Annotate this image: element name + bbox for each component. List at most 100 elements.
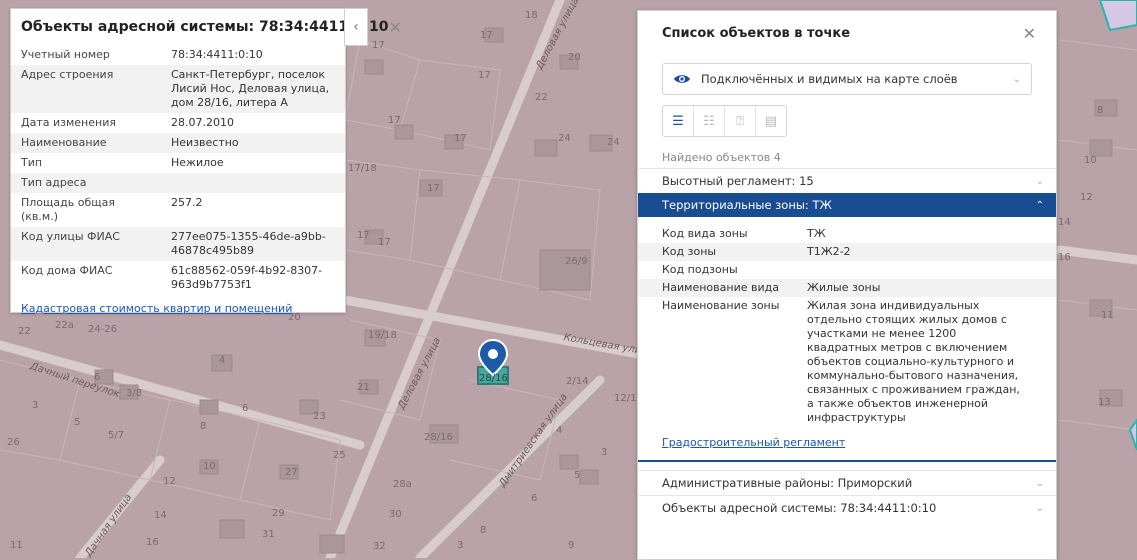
- map-label: 14: [154, 510, 167, 521]
- found-count: Найдено объектов 4: [662, 151, 781, 164]
- link-row: Кадастровая стоимость квартир и помещени…: [11, 295, 345, 318]
- map-label: 10: [1084, 155, 1097, 166]
- chevron-up-icon: ⌃: [1035, 199, 1044, 211]
- attr-value: Т1Ж2-2: [787, 243, 1056, 261]
- map-label: 17: [372, 40, 385, 51]
- query-icon[interactable]: ⍰: [725, 106, 756, 136]
- map-label: 3/8: [126, 388, 143, 399]
- table-view-icon[interactable]: ☷: [694, 106, 725, 136]
- map-label: 13: [1098, 397, 1111, 408]
- map-label: 22: [535, 92, 548, 103]
- table-row: Адрес строения Санкт-Петербург, поселок Л…: [11, 65, 345, 113]
- map-label: 3: [457, 540, 464, 551]
- map-label: 12: [1080, 192, 1093, 203]
- map-label: 23: [313, 411, 326, 422]
- map-label: 30: [389, 509, 402, 520]
- section-address-objects[interactable]: Объекты адресной системы: 78:34:4411:0:1…: [638, 495, 1056, 520]
- map-label: 12: [163, 476, 176, 487]
- table-row: Учетный номер 78:34:4411:0:10: [11, 45, 345, 65]
- attr-key: Код улицы ФИАС: [11, 227, 161, 261]
- table-row: Наименование Неизвестно: [11, 133, 345, 153]
- attr-value: ТЖ: [807, 227, 826, 240]
- attr-value: 61c88562-059f-4b92-8307-963d9b7753f1: [171, 264, 323, 291]
- attr-key: Учетный номер: [21, 48, 110, 61]
- map-label: 8: [1097, 105, 1104, 116]
- attr-key: Адрес строения: [11, 65, 161, 113]
- layer-filter-select[interactable]: Подключённых и видимых на карте слоёв ⌄: [662, 63, 1032, 95]
- map-label: 4: [219, 355, 226, 366]
- map-label: 25: [333, 450, 346, 461]
- map-label: 28/16: [424, 432, 453, 443]
- map-label: 6: [531, 493, 538, 504]
- attributes-table: Учетный номер 78:34:4411:0:10 Адрес строе…: [11, 45, 345, 295]
- table-row: Код зоны Т1Ж2-2: [638, 243, 1056, 261]
- list-view-icon[interactable]: ☰: [663, 106, 694, 136]
- map-label: 26/9: [565, 256, 588, 267]
- attr-value: [787, 261, 1056, 279]
- section-admin-districts[interactable]: Административные районы: Приморский ⌄: [638, 470, 1056, 495]
- chevron-down-icon: ⌄: [1035, 502, 1044, 514]
- zone-attributes-table: Код вида зоны ТЖ Код зоны Т1Ж2-2 Код подзо…: [638, 225, 1056, 427]
- close-icon[interactable]: ✕: [1023, 24, 1036, 43]
- map-label: 8: [480, 525, 487, 536]
- chevron-left-icon[interactable]: ‹: [344, 8, 368, 46]
- map-label: 24-26: [88, 324, 118, 335]
- map-label: 17/18: [348, 163, 377, 174]
- map-label: 22: [18, 326, 31, 337]
- attr-value: [161, 173, 345, 193]
- map-label: 8: [200, 421, 207, 432]
- attr-key: Наименование зоны: [662, 299, 780, 312]
- table-row: Площадь общая (кв.м.) 257.2: [11, 193, 345, 227]
- objects-at-point-panel: Список объектов в точке ✕ Подключённых и…: [637, 10, 1057, 560]
- map-label: 28a: [393, 479, 412, 490]
- map-label: 24: [558, 133, 571, 144]
- attr-value: 28.07.2010: [171, 116, 234, 129]
- attr-key: Наименование: [11, 133, 161, 153]
- map-label: 17: [388, 115, 401, 126]
- map-label: 22a: [55, 320, 74, 331]
- document-icon[interactable]: ▤: [756, 106, 786, 136]
- table-row: Код вида зоны ТЖ: [638, 225, 1056, 243]
- map-label: 26: [7, 437, 20, 448]
- map-label: 17: [427, 183, 440, 194]
- map-label: 29: [272, 508, 285, 519]
- chevron-down-icon: ⌄: [1035, 175, 1044, 187]
- map-label: 18: [525, 10, 538, 21]
- attr-value: 277ee075-1355-46de-a9bb-46878c495b89: [161, 227, 345, 261]
- link-row: Градостроительный регламент: [638, 427, 1056, 462]
- table-row: Тип адреса: [11, 173, 345, 193]
- map-label: 16: [1058, 252, 1071, 263]
- map-label: 20: [568, 52, 581, 63]
- urban-planning-regulation-link[interactable]: Градостроительный регламент: [662, 436, 845, 449]
- map-label: 9: [568, 540, 575, 551]
- map-label: 10: [203, 461, 216, 472]
- map-label: 3: [601, 447, 608, 458]
- map-label: 6: [242, 403, 249, 414]
- attr-value: 78:34:4411:0:10: [171, 48, 263, 61]
- section-label: Высотный регламент: 15: [662, 174, 814, 188]
- map-label: 16: [146, 537, 159, 548]
- attr-key: Дата изменения: [21, 116, 116, 129]
- attr-key: Код подзоны: [662, 263, 738, 276]
- map-label: 19/18: [368, 330, 397, 341]
- address-object-panel: Объекты адресной системы: 78:34:4411:0:1…: [10, 8, 402, 315]
- section-label: Административные районы: Приморский: [662, 476, 913, 490]
- section-label: Объекты адресной системы: 78:34:4411:0:1…: [662, 501, 937, 515]
- attr-key: Код дома ФИАС: [21, 264, 113, 277]
- attr-value: Неизвестно: [161, 133, 345, 153]
- attr-value: Жилая зона индивидуальных отдельно стоящ…: [807, 299, 1020, 424]
- section-territorial-zones[interactable]: Территориальные зоны: ТЖ ⌃: [638, 193, 1056, 217]
- cadastral-value-link[interactable]: Кадастровая стоимость квартир и помещени…: [21, 302, 292, 315]
- panel-title: Список объектов в точке: [662, 25, 851, 41]
- attr-key: Тип: [21, 156, 43, 169]
- attr-value: Жилые зоны: [787, 279, 1056, 297]
- table-row: Код дома ФИАС 61c88562-059f-4b92-8307-963…: [11, 261, 345, 295]
- map-label: 17: [378, 237, 391, 248]
- attr-value: 257.2: [171, 196, 203, 209]
- section-height-regulation[interactable]: Высотный регламент: 15 ⌄: [638, 168, 1056, 193]
- layer-filter-value: Подключённых и видимых на карте слоёв: [701, 72, 958, 86]
- map-label: 32: [373, 541, 386, 552]
- section-label: Территориальные зоны: ТЖ: [662, 198, 832, 212]
- close-icon[interactable]: ✕: [389, 18, 402, 37]
- table-row: Код улицы ФИАС 277ee075-1355-46de-a9bb-46…: [11, 227, 345, 261]
